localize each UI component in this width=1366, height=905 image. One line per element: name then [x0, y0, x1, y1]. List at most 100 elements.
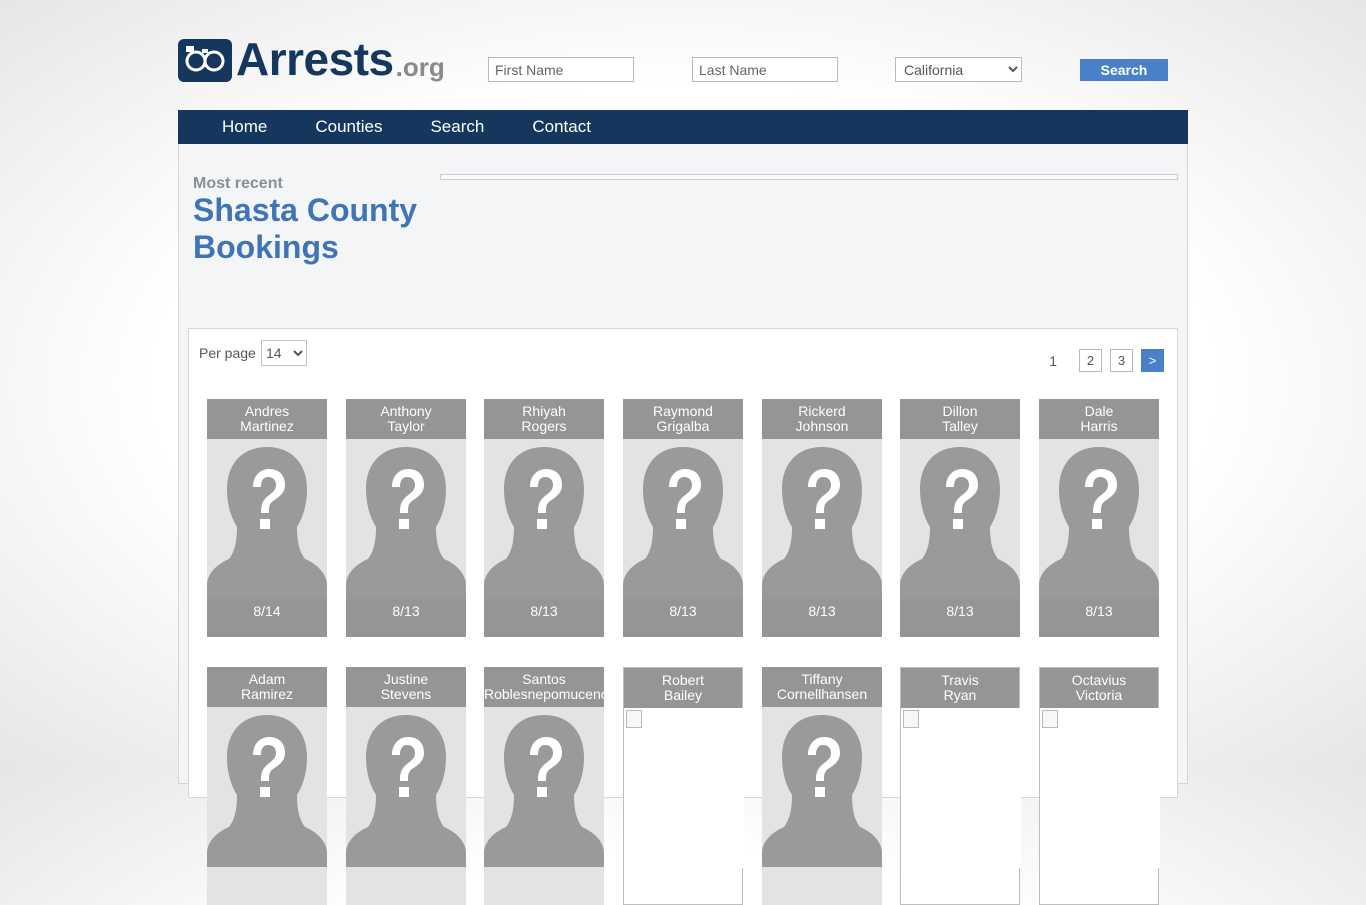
booking-name[interactable]: Tiffany Cornellhansen	[762, 667, 882, 707]
site-logo[interactable]: Arrests .org	[178, 36, 445, 82]
mugshot-placeholder-icon[interactable]	[1039, 439, 1159, 599]
first-name: Octavius	[1071, 672, 1127, 688]
mugshot-placeholder-icon[interactable]	[346, 707, 466, 867]
first-name: Adam	[248, 671, 286, 687]
booking-name[interactable]: Travis Ryan	[901, 668, 1019, 708]
mugshot-placeholder-icon[interactable]	[207, 707, 327, 867]
mugshot-placeholder-icon[interactable]	[484, 707, 604, 867]
last-name: Grigalba	[656, 418, 710, 434]
booking-date: 8/13	[346, 599, 466, 637]
nav-counties[interactable]: Counties	[291, 110, 406, 144]
search-button[interactable]: Search	[1080, 59, 1168, 81]
nav-search[interactable]: Search	[406, 110, 508, 144]
page-next-button[interactable]: >	[1141, 349, 1164, 372]
booking-card[interactable]: Andres Martinez 8/14	[207, 399, 327, 637]
booking-name[interactable]: Justine Stevens	[346, 667, 466, 707]
nav-home[interactable]: Home	[178, 110, 291, 144]
booking-card[interactable]: Dale Harris 8/13	[1039, 399, 1159, 637]
first-name: Tiffany	[801, 671, 843, 687]
broken-image[interactable]	[1040, 708, 1160, 868]
last-name: Victoria	[1075, 687, 1123, 703]
booking-card[interactable]: Rhiyah Rogers 8/13	[484, 399, 604, 637]
last-name: Cornellhansen	[776, 686, 868, 702]
booking-date: 8/13	[484, 599, 604, 637]
booking-name[interactable]: Adam Ramirez	[207, 667, 327, 707]
last-name: Ramirez	[240, 686, 294, 702]
booking-card[interactable]: Justine Stevens	[346, 667, 466, 905]
booking-card[interactable]: Adam Ramirez	[207, 667, 327, 905]
booking-card[interactable]: Rickerd Johnson 8/13	[762, 399, 882, 637]
last-name: Rogers	[521, 418, 567, 434]
first-name: Travis	[941, 672, 979, 688]
booking-name[interactable]: Rickerd Johnson	[762, 399, 882, 439]
last-name: Martinez	[240, 418, 294, 434]
booking-card[interactable]: Robert Bailey	[623, 667, 744, 905]
first-name: Santos	[522, 671, 566, 687]
broken-image-icon	[903, 710, 919, 728]
last-name: Stevens	[380, 686, 432, 702]
first-name: Dillon	[942, 403, 978, 419]
per-page-select[interactable]: 14	[261, 340, 307, 366]
brand-name: Arrests	[236, 33, 394, 85]
bookings-grid: Per page 14 1 2 3 > Andres Martinez 8/14 A…	[188, 328, 1178, 905]
first-name: Robert	[661, 672, 705, 688]
first-name: Raymond	[653, 403, 713, 419]
page-link-2[interactable]: 2	[1079, 349, 1102, 372]
mugshot-placeholder-icon[interactable]	[900, 439, 1020, 599]
last-name: Johnson	[795, 418, 849, 434]
booking-name[interactable]: Dillon Talley	[900, 399, 1020, 439]
page-title: Shasta County Bookings	[193, 192, 418, 265]
handcuffs-icon	[178, 39, 232, 82]
mugshot-placeholder-icon[interactable]	[484, 439, 604, 599]
mugshot-placeholder-icon[interactable]	[762, 707, 882, 867]
pagination: 1 2 3 >	[1049, 349, 1164, 372]
last-name: Bailey	[663, 687, 703, 703]
first-name: Rickerd	[798, 403, 846, 419]
booking-card[interactable]: Tiffany Cornellhansen	[762, 667, 882, 905]
booking-card[interactable]: Octavius Victoria	[1039, 667, 1160, 905]
ad-placeholder	[440, 174, 1178, 180]
first-name: Rhiyah	[522, 403, 566, 419]
broken-image-icon	[1042, 710, 1058, 728]
booking-card[interactable]: Santos Roblesnepomuceno	[484, 667, 609, 905]
booking-name[interactable]: Robert Bailey	[624, 668, 742, 708]
main-nav: Home Counties Search Contact	[178, 110, 1188, 144]
booking-card[interactable]: Travis Ryan	[900, 667, 1021, 905]
first-name: Andres	[244, 403, 290, 419]
booking-date: 8/13	[900, 599, 1020, 637]
booking-name[interactable]: Anthony Taylor	[346, 399, 466, 439]
booking-date: 8/14	[207, 599, 327, 637]
content-panel: Most recent Shasta County Bookings Per p…	[178, 144, 1188, 905]
booking-date: 8/13	[762, 599, 882, 637]
last-name-input[interactable]	[692, 57, 838, 82]
last-name: Roblesnepomuceno	[484, 686, 609, 702]
brand-tld: .org	[395, 52, 445, 82]
booking-card[interactable]: Anthony Taylor 8/13	[346, 399, 466, 637]
page-current: 1	[1049, 352, 1057, 369]
booking-name[interactable]: Rhiyah Rogers	[484, 399, 604, 439]
booking-card[interactable]: Raymond Grigalba 8/13	[623, 399, 743, 637]
last-name: Ryan	[943, 687, 977, 703]
first-name: Dale	[1084, 403, 1114, 419]
state-select[interactable]: California	[895, 57, 1022, 82]
page-link-3[interactable]: 3	[1110, 349, 1133, 372]
booking-name[interactable]: Dale Harris	[1039, 399, 1159, 439]
broken-image[interactable]	[901, 708, 1021, 868]
nav-contact[interactable]: Contact	[508, 110, 615, 144]
mugshot-placeholder-icon[interactable]	[762, 439, 882, 599]
booking-name[interactable]: Octavius Victoria	[1040, 668, 1158, 708]
broken-image-icon	[626, 710, 642, 728]
booking-card[interactable]: Dillon Talley 8/13	[900, 399, 1020, 637]
booking-name[interactable]: Raymond Grigalba	[623, 399, 743, 439]
first-name: Justine	[383, 671, 429, 687]
booking-name[interactable]: Santos Roblesnepomuceno	[484, 667, 609, 707]
mugshot-placeholder-icon[interactable]	[623, 439, 743, 599]
broken-image[interactable]	[624, 708, 744, 868]
first-name: Anthony	[380, 403, 432, 419]
mugshot-placeholder-icon[interactable]	[207, 439, 327, 599]
booking-name[interactable]: Andres Martinez	[207, 399, 327, 439]
last-name: Talley	[942, 418, 978, 434]
per-page-label: Per page	[199, 345, 256, 361]
mugshot-placeholder-icon[interactable]	[346, 439, 466, 599]
first-name-input[interactable]	[488, 57, 634, 82]
